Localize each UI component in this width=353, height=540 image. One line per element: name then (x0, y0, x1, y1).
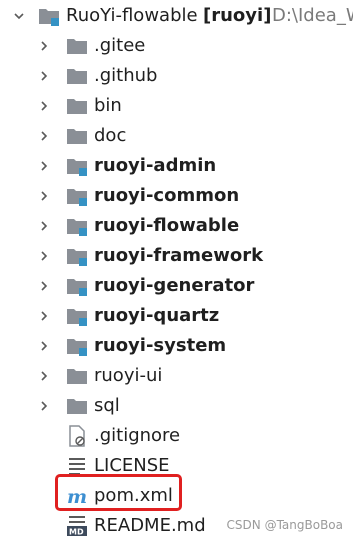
tree-item-label: ruoyi-framework (94, 245, 264, 266)
module-folder-icon (66, 335, 88, 357)
folder-icon (66, 395, 88, 417)
folder-icon (66, 95, 88, 117)
tree-item-label: ruoyi-ui (94, 365, 163, 386)
gitignore-file-icon (66, 425, 88, 447)
module-folder-icon (66, 245, 88, 267)
tree-item-label: README.md (94, 515, 206, 536)
tree-item-label: ruoyi-system (94, 335, 227, 356)
module-folder-icon (66, 185, 88, 207)
chevron-down-icon[interactable] (13, 10, 25, 22)
tree-item-label: doc (94, 125, 127, 146)
tree-item-label: ruoyi-generator (94, 275, 255, 296)
folder-icon (66, 35, 88, 57)
chevron-right-icon[interactable] (38, 250, 50, 262)
tree-item-bin[interactable]: bin (0, 91, 353, 121)
folder-icon (66, 365, 88, 387)
chevron-right-icon[interactable] (38, 130, 50, 142)
tree-item-ruoyi-framework[interactable]: ruoyi-framework (0, 241, 353, 271)
tree-item-ruoyi-system[interactable]: ruoyi-system (0, 331, 353, 361)
tree-item-ruoyi-common[interactable]: ruoyi-common (0, 181, 353, 211)
tree-item-ruoyi-admin[interactable]: ruoyi-admin (0, 151, 353, 181)
tree-item-ruoyi-flowable[interactable]: ruoyi-flowable (0, 211, 353, 241)
tree-item-ruoyi-ui[interactable]: ruoyi-ui (0, 361, 353, 391)
highlight-box (55, 474, 182, 511)
tree-item-sql[interactable]: sql (0, 391, 353, 421)
root-module-name: [ruoyi] (203, 5, 272, 26)
chevron-right-icon[interactable] (38, 220, 50, 232)
module-folder-icon (66, 155, 88, 177)
watermark: CSDN @TangBoBoa (226, 518, 343, 532)
chevron-right-icon[interactable] (38, 340, 50, 352)
chevron-right-icon[interactable] (38, 70, 50, 82)
folder-icon (66, 125, 88, 147)
tree-item-label: bin (94, 95, 122, 116)
tree-item-label: ruoyi-quartz (94, 305, 220, 326)
tree-item-github[interactable]: .github (0, 61, 353, 91)
tree-item-label: ruoyi-common (94, 185, 240, 206)
tree-item-ruoyi-quartz[interactable]: ruoyi-quartz (0, 301, 353, 331)
module-folder-icon (66, 305, 88, 327)
chevron-right-icon[interactable] (38, 100, 50, 112)
tree-item-gitee[interactable]: .gitee (0, 31, 353, 61)
tree-root-row[interactable]: RuoYi-flowable [ruoyi] D:\Idea_W (0, 1, 353, 31)
svg-text:MD: MD (69, 528, 84, 537)
tree-item-label: .github (94, 65, 158, 86)
root-path: D:\Idea_W (272, 5, 353, 26)
tree-item-doc[interactable]: doc (0, 121, 353, 151)
tree-item-gitignore[interactable]: .gitignore (0, 421, 353, 451)
chevron-right-icon[interactable] (38, 280, 50, 292)
tree-item-label: .gitee (94, 35, 146, 56)
tree-item-label: sql (94, 395, 120, 416)
chevron-right-icon[interactable] (38, 310, 50, 322)
tree-item-label: ruoyi-admin (94, 155, 217, 176)
project-tree: RuoYi-flowable [ruoyi] D:\Idea_W .gitee … (0, 0, 353, 540)
chevron-right-icon[interactable] (38, 40, 50, 52)
module-folder-icon (66, 275, 88, 297)
folder-icon (66, 65, 88, 87)
tree-item-label: .gitignore (94, 425, 181, 446)
chevron-right-icon[interactable] (38, 160, 50, 172)
root-project-name: RuoYi-flowable (66, 5, 198, 26)
tree-item-ruoyi-generator[interactable]: ruoyi-generator (0, 271, 353, 301)
chevron-right-icon[interactable] (38, 370, 50, 382)
markdown-file-icon: MD (66, 515, 88, 537)
chevron-right-icon[interactable] (38, 190, 50, 202)
tree-item-label: ruoyi-flowable (94, 215, 240, 236)
chevron-right-icon[interactable] (38, 400, 50, 412)
module-folder-icon (38, 5, 60, 27)
module-folder-icon (66, 215, 88, 237)
